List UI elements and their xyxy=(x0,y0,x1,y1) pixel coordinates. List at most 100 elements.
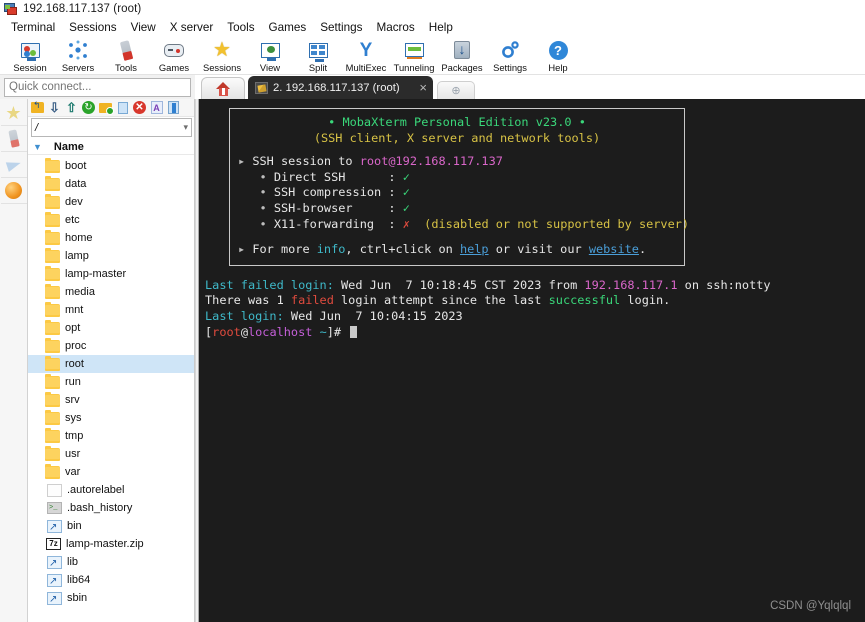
path-combobox[interactable]: / ▾ xyxy=(31,118,192,137)
new-tab-button[interactable]: ⊕ xyxy=(437,81,475,99)
close-icon[interactable]: × xyxy=(419,81,427,94)
file-row-lamp[interactable]: lamp xyxy=(28,247,194,265)
globe-icon xyxy=(5,182,22,199)
cross-icon: ✗ xyxy=(402,216,410,231)
file-row-boot[interactable]: boot xyxy=(28,157,194,175)
menu-games[interactable]: Games xyxy=(262,20,314,36)
upload-icon[interactable]: ⇧ xyxy=(64,100,79,115)
folder-icon xyxy=(45,337,60,353)
file-row-lamp-master-zip[interactable]: lamp-master.zip xyxy=(28,535,194,553)
x11-note: disabled or not supported by server xyxy=(431,216,682,231)
rail-sessions-button[interactable]: ★ xyxy=(0,100,27,126)
menu-settings[interactable]: Settings xyxy=(313,20,369,36)
font-icon[interactable]: A xyxy=(149,100,164,115)
toolbar-settings-button[interactable]: Settings xyxy=(486,38,534,73)
file-row-opt[interactable]: opt xyxy=(28,319,194,337)
sort-caret-icon[interactable]: ▼ xyxy=(33,142,42,152)
menu-help[interactable]: Help xyxy=(422,20,460,36)
file-row-tmp[interactable]: tmp xyxy=(28,427,194,445)
welcome-title: MobaXterm Personal Edition v23.0 xyxy=(342,115,572,129)
new-file-icon[interactable] xyxy=(115,100,130,115)
parent-folder-icon[interactable] xyxy=(30,100,45,115)
help-link[interactable]: help xyxy=(460,242,489,256)
file-row-label: etc xyxy=(65,214,80,226)
menu-view[interactable]: View xyxy=(124,20,163,36)
file-row-root[interactable]: root xyxy=(28,355,194,373)
menu-tools[interactable]: Tools xyxy=(220,20,261,36)
file-row-usr[interactable]: usr xyxy=(28,445,194,463)
download-icon[interactable]: ⇩ xyxy=(47,100,62,115)
toolbar-tunneling-button[interactable]: Tunneling xyxy=(390,38,438,73)
menu-sessions[interactable]: Sessions xyxy=(62,20,123,36)
toolbar-split-button[interactable]: Split xyxy=(294,38,342,73)
rail-tools-button[interactable] xyxy=(0,126,27,152)
toolbar-servers-button[interactable]: Servers xyxy=(54,38,102,73)
terminal-tab-icon xyxy=(255,81,268,94)
toolbar-sessions-button[interactable]: ★ Sessions xyxy=(198,38,246,73)
file-row-label: lib xyxy=(67,556,79,568)
menu-x-server[interactable]: X server xyxy=(163,20,221,36)
toolbar-session-button[interactable]: Session xyxy=(6,38,54,73)
folder-icon xyxy=(45,355,60,371)
menu-terminal[interactable]: Terminal xyxy=(4,20,62,36)
file-icon xyxy=(47,483,62,497)
welcome-bullet-right: • xyxy=(571,115,586,129)
split-grid-icon xyxy=(306,39,330,63)
welcome-arrow: ▸ xyxy=(238,154,253,169)
file-list[interactable]: boot data dev etc home lamp lamp-master media mn… xyxy=(28,155,194,622)
file-row-etc[interactable]: etc xyxy=(28,211,194,229)
toolbar-packages-button[interactable]: Packages xyxy=(438,38,486,73)
menu-macros[interactable]: Macros xyxy=(369,20,421,36)
file-row-label: media xyxy=(65,286,95,298)
toolbar-multiexec-button[interactable]: Y MultiExec xyxy=(342,38,390,74)
file-row-proc[interactable]: proc xyxy=(28,337,194,355)
file-row-bash-history[interactable]: .bash_history xyxy=(28,499,194,517)
file-row-label: bin xyxy=(67,520,82,532)
file-row-media[interactable]: media xyxy=(28,283,194,301)
delete-icon[interactable]: ✕ xyxy=(132,100,147,115)
file-row-sbin[interactable]: sbin xyxy=(28,589,194,607)
file-row-sys[interactable]: sys xyxy=(28,409,194,427)
new-folder-icon[interactable] xyxy=(98,100,114,115)
file-row-srv[interactable]: srv xyxy=(28,391,194,409)
website-link[interactable]: website xyxy=(589,242,639,256)
zip-archive-icon xyxy=(46,538,61,550)
file-row-var[interactable]: var xyxy=(28,463,194,481)
file-row-lib[interactable]: lib xyxy=(28,553,194,571)
refresh-icon[interactable]: ↻ xyxy=(81,100,96,115)
tab-home[interactable] xyxy=(201,77,245,99)
file-row-home[interactable]: home xyxy=(28,229,194,247)
file-row-data[interactable]: data xyxy=(28,175,194,193)
terminal-cursor xyxy=(350,325,358,338)
file-row-lamp-master[interactable]: lamp-master xyxy=(28,265,194,283)
folder-icon xyxy=(45,373,60,389)
file-list-header: ▼ Name xyxy=(28,139,194,155)
toolbar-help-button[interactable]: ? Help xyxy=(534,38,582,73)
chevron-down-icon[interactable]: ▾ xyxy=(183,122,188,133)
star-icon: ★ xyxy=(5,102,22,123)
welcome-bullet-left: • xyxy=(328,115,343,129)
swiss-knife-icon xyxy=(7,129,20,148)
output-failed-attempts: There was 1 failed login attempt since t… xyxy=(205,293,671,308)
toolbar-games-button[interactable]: Games xyxy=(150,38,198,73)
file-row-label: dev xyxy=(65,196,83,208)
toolbar-view-button[interactable]: View xyxy=(246,38,294,73)
file-row-dev[interactable]: dev xyxy=(28,193,194,211)
script-file-icon xyxy=(47,502,62,514)
file-row-run[interactable]: run xyxy=(28,373,194,391)
column-header-name[interactable]: Name xyxy=(54,141,84,153)
toggle-panel-icon[interactable] xyxy=(166,100,181,115)
rail-macros-button[interactable] xyxy=(0,152,27,178)
terminal-pane[interactable]: • MobaXterm Personal Edition v23.0 • (SS… xyxy=(199,99,865,622)
tab-session-2[interactable]: 2. 192.168.117.137 (root) × xyxy=(248,76,433,99)
terminal-output: Last failed login: Wed Jun 7 10:18:45 CS… xyxy=(199,266,865,340)
quick-connect-input[interactable] xyxy=(4,77,191,97)
file-row-bin[interactable]: bin xyxy=(28,517,194,535)
file-row-label: var xyxy=(65,466,81,478)
servers-nodes-icon xyxy=(66,39,90,61)
file-row-mnt[interactable]: mnt xyxy=(28,301,194,319)
file-row-lib64[interactable]: lib64 xyxy=(28,571,194,589)
file-row-autorelabel[interactable]: .autorelabel xyxy=(28,481,194,499)
rail-globe-button[interactable] xyxy=(0,178,27,204)
toolbar-tools-button[interactable]: Tools xyxy=(102,38,150,73)
